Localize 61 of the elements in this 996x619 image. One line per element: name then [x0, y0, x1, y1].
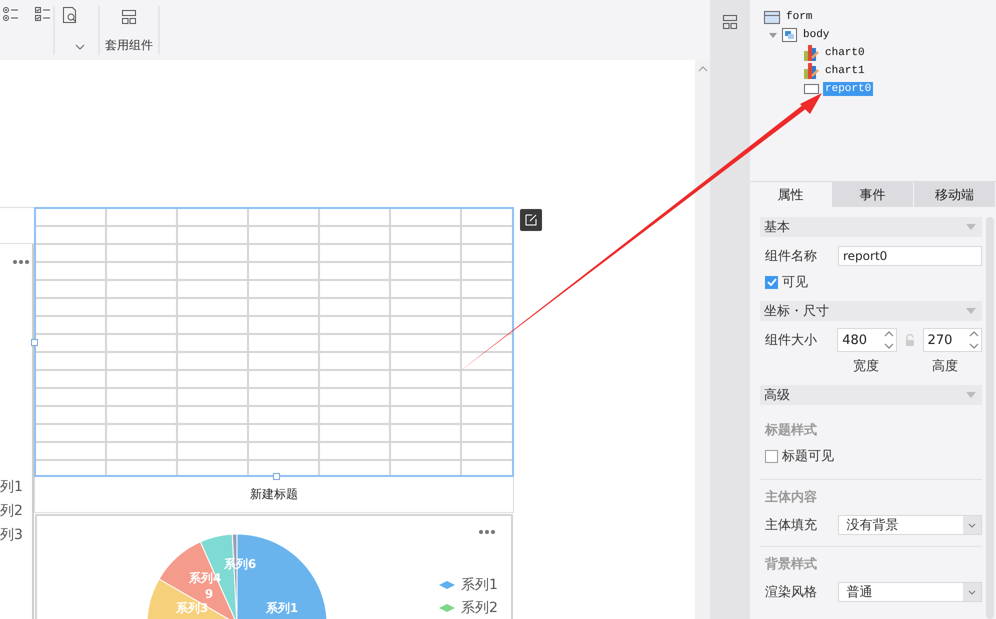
- dropdown[interactable]: 没有背景: [838, 515, 982, 535]
- legend-label: 系列2: [461, 599, 498, 617]
- radio-list-icon[interactable]: [3, 6, 21, 22]
- field-label: 组件名称: [765, 248, 818, 265]
- subsection-heading: 背景样式: [765, 557, 817, 572]
- field-caption: 高度: [932, 358, 958, 375]
- edit-icon[interactable]: [520, 209, 542, 231]
- resize-handle[interactable]: [273, 473, 280, 480]
- checkbox[interactable]: [765, 450, 778, 462]
- legend-label: 列2: [0, 502, 23, 520]
- subsection-heading: 主体内容: [765, 490, 817, 505]
- section-header[interactable]: 基本: [760, 217, 982, 237]
- layout-icon[interactable]: [722, 14, 738, 30]
- resize-handle[interactable]: [31, 339, 38, 346]
- checkbox-label: 标题可见: [782, 448, 834, 465]
- expand-caret-icon[interactable]: [768, 31, 778, 39]
- panel-tab[interactable]: 移动端: [914, 182, 996, 207]
- collapse-caret-icon[interactable]: [966, 308, 976, 314]
- dropdown[interactable]: 普通: [838, 582, 982, 602]
- form-icon: [764, 10, 780, 24]
- caret-icon[interactable]: [75, 44, 85, 50]
- more-icon[interactable]: [13, 260, 29, 264]
- document-search-icon[interactable]: [62, 6, 78, 24]
- tree-item[interactable]: chart0: [823, 46, 867, 60]
- report-icon: [804, 84, 819, 94]
- scroll-up-icon[interactable]: [698, 66, 708, 72]
- legend-label: 系列1: [461, 576, 498, 594]
- legend-label: 列1: [0, 478, 23, 496]
- tree-item[interactable]: body: [801, 28, 832, 42]
- name-input[interactable]: report0: [838, 246, 982, 266]
- subsection-heading: 标题样式: [765, 423, 817, 438]
- checkbox-list-icon[interactable]: [35, 6, 53, 22]
- field-label: 渲染风格: [765, 584, 818, 601]
- layout-icon[interactable]: [121, 9, 137, 25]
- width-spinner[interactable]: 480: [837, 328, 897, 352]
- collapse-caret-icon[interactable]: [966, 224, 976, 230]
- field-label: 组件大小: [765, 332, 818, 349]
- checkbox[interactable]: [765, 276, 778, 288]
- tree-item[interactable]: chart1: [823, 64, 867, 78]
- chart-icon: [804, 45, 819, 61]
- checkbox-label: 可见: [782, 274, 808, 291]
- dropdown-caret-icon[interactable]: [968, 522, 976, 528]
- body-icon: [782, 28, 797, 42]
- slice-label: 系列1: [266, 601, 298, 615]
- chart-icon: [804, 63, 819, 79]
- dropdown-caret-icon[interactable]: [968, 590, 976, 594]
- section-header[interactable]: 高级: [760, 385, 982, 405]
- field-label: 主体填充: [765, 517, 818, 534]
- toolbar-group-label: 套用组件: [105, 37, 153, 54]
- panel-tab[interactable]: 事件: [832, 182, 914, 207]
- section-header[interactable]: 坐标・尺寸: [760, 301, 982, 321]
- collapse-caret-icon[interactable]: [966, 392, 976, 398]
- tree-item[interactable]: form: [784, 10, 814, 24]
- slice-label: 9: [204, 587, 214, 601]
- chart-title: 新建标题: [34, 477, 514, 513]
- more-icon[interactable]: [479, 530, 495, 534]
- height-spinner[interactable]: 270: [922, 328, 982, 352]
- report-grid[interactable]: [34, 207, 514, 477]
- legend-label: 列3: [0, 526, 23, 544]
- field-caption: 宽度: [853, 358, 879, 375]
- scrollbar[interactable]: [695, 60, 710, 619]
